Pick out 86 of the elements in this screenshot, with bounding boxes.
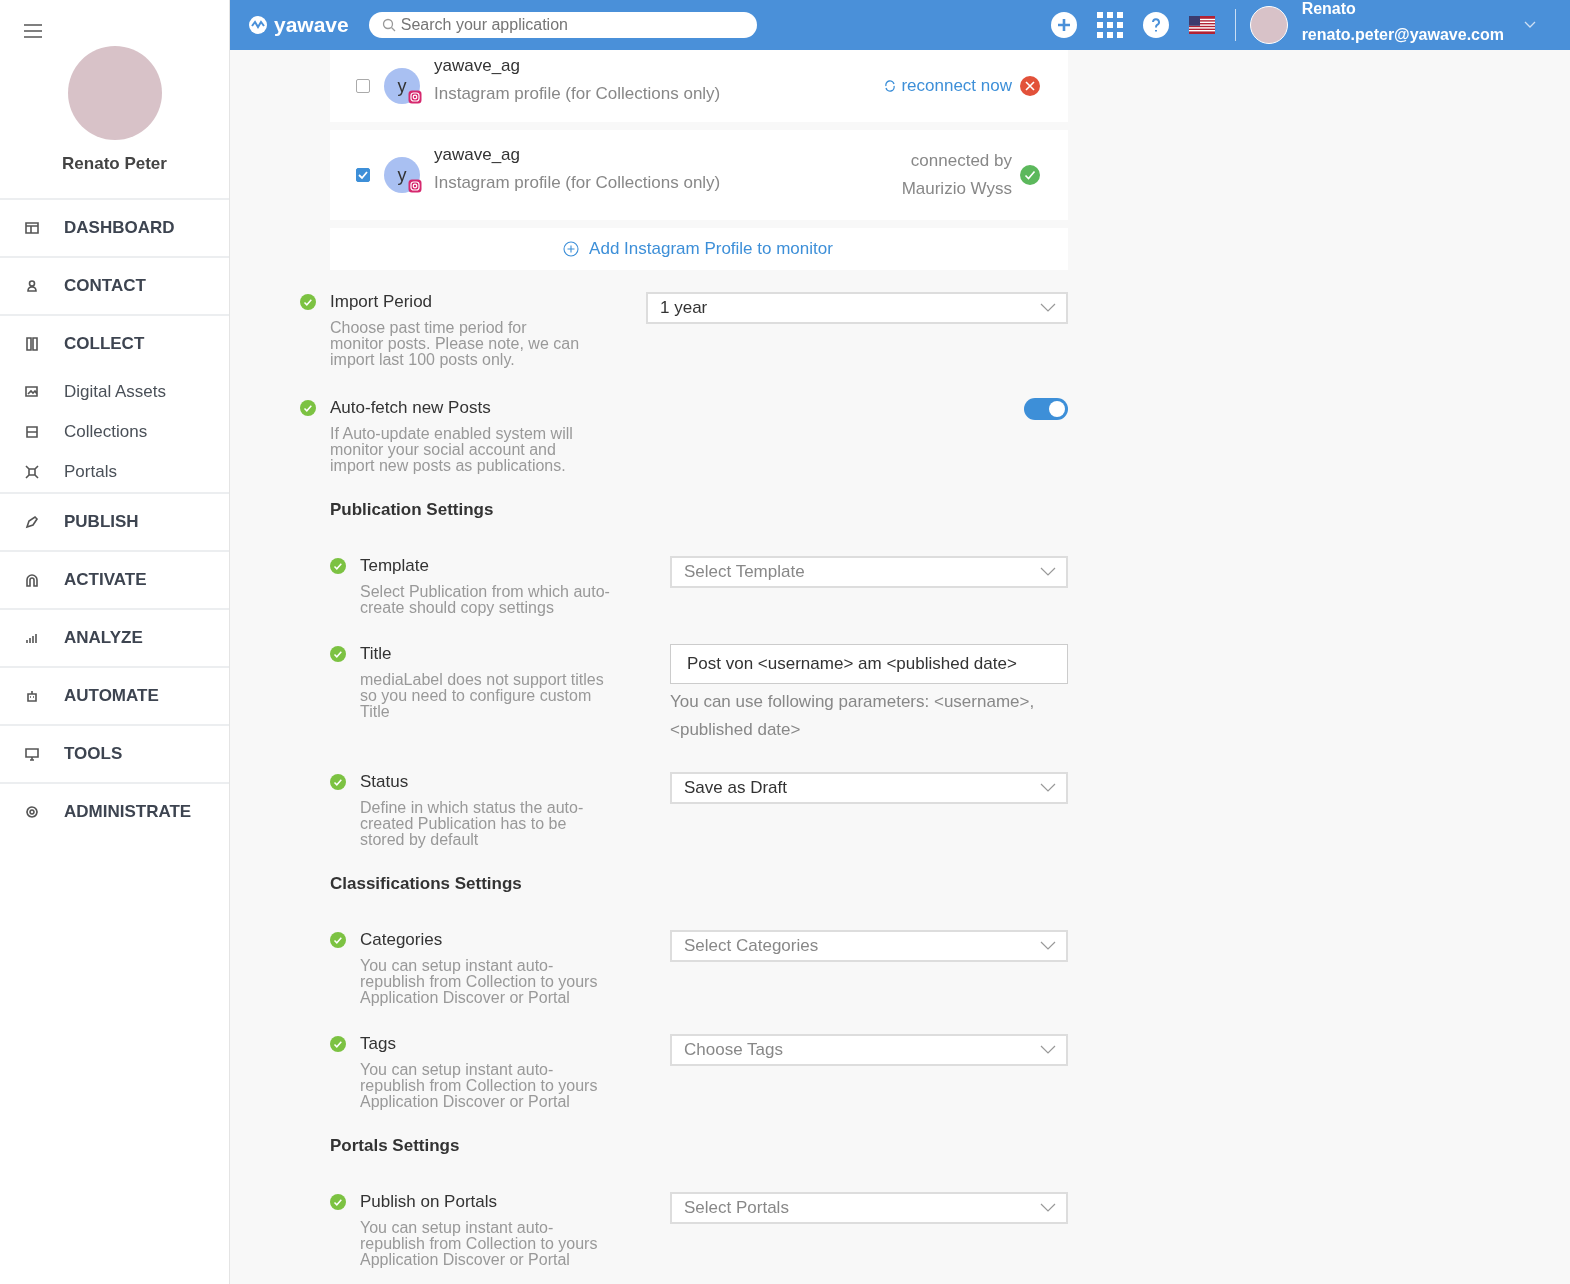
profile-name: yawave_ag	[434, 145, 521, 165]
instagram-icon	[408, 90, 422, 104]
flag-icon[interactable]	[1188, 16, 1215, 34]
refresh-icon	[884, 80, 897, 92]
sidebar-item[interactable]: Portals	[0, 452, 229, 492]
setting-label: Categories	[360, 930, 444, 950]
error-icon	[1020, 76, 1040, 96]
setting-description: Define in which status the auto-created Publication has to be stored by default	[360, 800, 585, 848]
binders-icon	[24, 336, 40, 352]
chevron-down-icon	[1040, 941, 1056, 951]
sidebar-item[interactable]: Digital Assets	[0, 372, 229, 412]
setting-description: mediaLabel does not support titles so you need to configure custom Title	[360, 672, 605, 720]
checkbox[interactable]	[356, 79, 370, 93]
sidebar-item[interactable]: CONTACT	[0, 256, 229, 314]
sidebar-item[interactable]: ACTIVATE	[0, 550, 229, 608]
profile-description: Instagram profile (for Collections only)	[434, 173, 722, 193]
chevron-down-icon	[1040, 1045, 1056, 1055]
select-field[interactable]: Select Template	[670, 556, 1068, 588]
setting-label: Title	[360, 644, 393, 664]
search-field[interactable]: Search your application	[368, 12, 757, 38]
checkbox[interactable]	[356, 168, 370, 182]
people-icon	[24, 278, 40, 294]
select-field[interactable]: Choose Tags	[670, 1034, 1068, 1066]
user-email: renato.peter@yawave.com	[1301, 26, 1504, 44]
profile-avatar: y	[384, 68, 420, 104]
reconnect-link[interactable]: reconnect now	[884, 76, 1012, 96]
sidebar-item[interactable]: ADMINISTRATE	[0, 782, 229, 840]
tray-icon	[24, 424, 40, 440]
title-input[interactable]: Post von <username> am <published date>	[670, 644, 1068, 684]
setting-description: You can setup instant auto-republish from Collection to yours Application Discover or Portal	[360, 958, 599, 1006]
setting-description: Select Publication from which auto-create should copy settings	[360, 584, 610, 616]
section-title: Classifications Settings	[330, 874, 523, 894]
magnet-icon	[24, 572, 40, 588]
chevron-down-icon	[1040, 1203, 1056, 1213]
setting-label: Tags	[360, 1034, 397, 1054]
section-title: Portals Settings	[330, 1136, 461, 1156]
section-title: Publication Settings	[330, 500, 495, 520]
setting-description: You can setup instant auto-republish from Collection to yours Application Discover or Portal	[360, 1220, 599, 1268]
select-field[interactable]: Save as Draft	[670, 772, 1068, 804]
select-field[interactable]: Select Portals	[670, 1192, 1068, 1224]
setting-label: Publish on Portals	[360, 1192, 499, 1212]
profile-name: yawave_ag	[434, 56, 521, 76]
user-name: Renato	[1301, 0, 1357, 18]
sidebar-item[interactable]: DASHBOARD	[0, 198, 229, 256]
monitor-icon	[24, 746, 40, 762]
help-icon[interactable]	[1142, 12, 1169, 38]
setting-description: Choose past time period for monitor posts. Please note, we can import last 100 posts only.	[330, 320, 580, 368]
chevron-down-icon	[1040, 567, 1056, 577]
setting-label: Import Period	[330, 292, 434, 312]
hub-icon	[24, 464, 40, 480]
search-icon	[381, 18, 396, 32]
setting-description: If Auto-update enabled system will monitor your social account and import new posts as publications.	[330, 426, 574, 474]
select-field[interactable]: Select Categories	[670, 930, 1068, 962]
setting-label: Template	[360, 556, 430, 576]
select-field[interactable]: 1 year	[646, 292, 1068, 324]
chevron-down-icon[interactable]	[1524, 21, 1536, 29]
dashboard-icon	[24, 220, 40, 236]
connected-by-text: connected by	[910, 151, 1012, 171]
profile-avatar: y	[384, 157, 420, 193]
menu-icon[interactable]	[24, 24, 42, 38]
sidebar-item[interactable]: TOOLS	[0, 724, 229, 782]
sidebar-item[interactable]: AUTOMATE	[0, 666, 229, 724]
chevron-down-icon	[1040, 303, 1056, 313]
chevron-down-icon	[1040, 783, 1056, 793]
sidebar-item[interactable]: PUBLISH	[0, 492, 229, 550]
setting-description: You can setup instant auto-republish from Collection to yours Application Discover or Portal	[360, 1062, 599, 1110]
profile-description: Instagram profile (for Collections only)	[434, 84, 722, 104]
field-hint: You can use following parameters: <username>, <published date>	[670, 691, 1036, 741]
connected-by-text: Maurizio Wyss	[901, 179, 1012, 199]
toggle-switch[interactable]	[1024, 398, 1068, 420]
setting-label: Auto-fetch new Posts	[330, 398, 492, 418]
images-icon	[24, 384, 40, 400]
sidebar-item[interactable]: Collections	[0, 412, 229, 452]
sidebar-item[interactable]: ANALYZE	[0, 608, 229, 666]
instagram-icon	[408, 179, 422, 193]
logo-icon	[248, 15, 268, 35]
robot-icon	[24, 688, 40, 704]
sidebar-item[interactable]: COLLECT	[0, 314, 229, 372]
pen-icon	[24, 514, 40, 530]
add-icon[interactable]	[1050, 12, 1077, 38]
user-name: Renato Peter	[62, 154, 167, 174]
user-avatar[interactable]	[1249, 6, 1288, 44]
add-icon	[563, 241, 580, 257]
apps-grid-icon[interactable]	[1096, 12, 1123, 38]
success-icon	[1020, 165, 1040, 185]
setting-label: Status	[360, 772, 410, 792]
